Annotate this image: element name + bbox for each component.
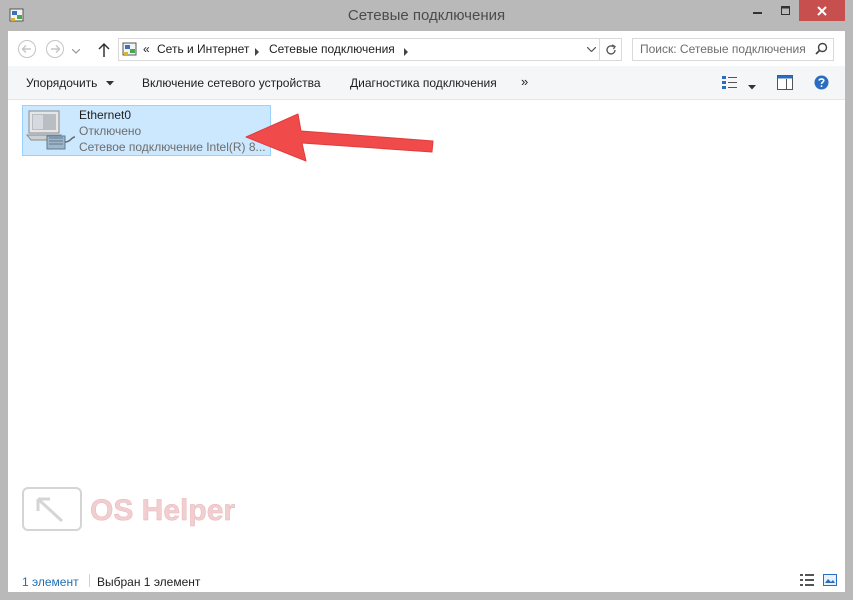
status-bar: 1 элемент Выбран 1 элемент (8, 569, 845, 592)
up-button[interactable] (94, 40, 114, 60)
chevron-down-icon (586, 46, 596, 52)
back-arrow-icon (18, 40, 36, 58)
window-title: Сетевые подключения (347, 7, 506, 24)
status-selected: Выбран 1 элемент (97, 575, 201, 589)
network-connections-icon (122, 41, 138, 57)
details-view-icon (722, 76, 737, 89)
address-dropdown-button[interactable] (584, 42, 598, 56)
search-placeholder: Поиск: Сетевые подключения (640, 42, 806, 56)
refresh-button[interactable] (599, 39, 621, 60)
close-button[interactable] (799, 0, 845, 21)
change-view-button[interactable] (722, 75, 738, 93)
ethernet-adapter-icon (25, 109, 77, 153)
breadcrumb-network-connections[interactable]: Сетевые подключения (269, 42, 395, 56)
details-view-icon (800, 574, 814, 586)
organize-label: Упорядочить (26, 76, 98, 90)
organize-menu[interactable]: Упорядочить (26, 76, 114, 90)
breadcrumb-overflow[interactable]: « (143, 42, 150, 56)
help-button[interactable] (814, 75, 829, 93)
forward-button[interactable] (45, 39, 65, 59)
list-item[interactable]: Ethernet0 Отключено Сетевое подключение … (22, 105, 271, 156)
enable-device-button[interactable]: Включение сетевого устройства (142, 76, 321, 90)
close-icon (817, 5, 827, 16)
preview-pane-icon (777, 75, 793, 90)
recent-locations-button[interactable] (70, 41, 82, 61)
chevron-down-icon (748, 85, 756, 90)
search-icon[interactable] (815, 42, 828, 58)
large-icons-view-toggle[interactable] (823, 574, 837, 589)
chevron-down-icon (105, 81, 114, 86)
more-commands-button[interactable]: » (521, 74, 528, 89)
refresh-icon (605, 43, 616, 55)
status-item-count: 1 элемент (22, 575, 79, 589)
minimize-icon (753, 11, 762, 14)
diagnose-button[interactable]: Диагностика подключения (350, 76, 497, 90)
breadcrumb-chevron-icon[interactable] (255, 45, 260, 59)
view-options-dropdown[interactable] (748, 79, 756, 93)
back-button[interactable] (17, 39, 37, 59)
connection-name: Ethernet0 (79, 108, 132, 122)
navigation-bar: « Сеть и Интернет Сетевые подключения По… (8, 31, 845, 66)
address-bar[interactable]: « Сеть и Интернет Сетевые подключения (118, 38, 622, 61)
breadcrumb-network-internet[interactable]: Сеть и Интернет (157, 42, 249, 56)
annotation-arrow-icon (245, 113, 434, 162)
watermark-logo: OS Helper (22, 487, 274, 534)
explorer-window: Сетевые подключения « Сеть и Интернет Се… (0, 0, 853, 600)
up-arrow-icon (98, 42, 110, 57)
details-view-toggle[interactable] (800, 574, 814, 589)
command-bar: Упорядочить Включение сетевого устройств… (8, 66, 845, 100)
watermark-text: OS Helper (90, 494, 235, 527)
search-input[interactable]: Поиск: Сетевые подключения (632, 38, 834, 61)
help-icon (814, 75, 829, 90)
explorer-frame: « Сеть и Интернет Сетевые подключения По… (8, 31, 845, 592)
chevron-down-icon (72, 48, 80, 54)
status-separator (89, 574, 90, 587)
breadcrumb-chevron-icon[interactable] (404, 45, 409, 59)
maximize-button[interactable] (772, 0, 799, 21)
connection-status: Отключено (79, 124, 142, 138)
large-icons-view-icon (823, 574, 837, 586)
forward-arrow-icon (46, 40, 64, 58)
preview-pane-button[interactable] (777, 75, 793, 93)
title-bar[interactable]: Сетевые подключения (0, 0, 853, 31)
minimize-button[interactable] (744, 0, 772, 21)
maximize-icon (780, 5, 790, 15)
